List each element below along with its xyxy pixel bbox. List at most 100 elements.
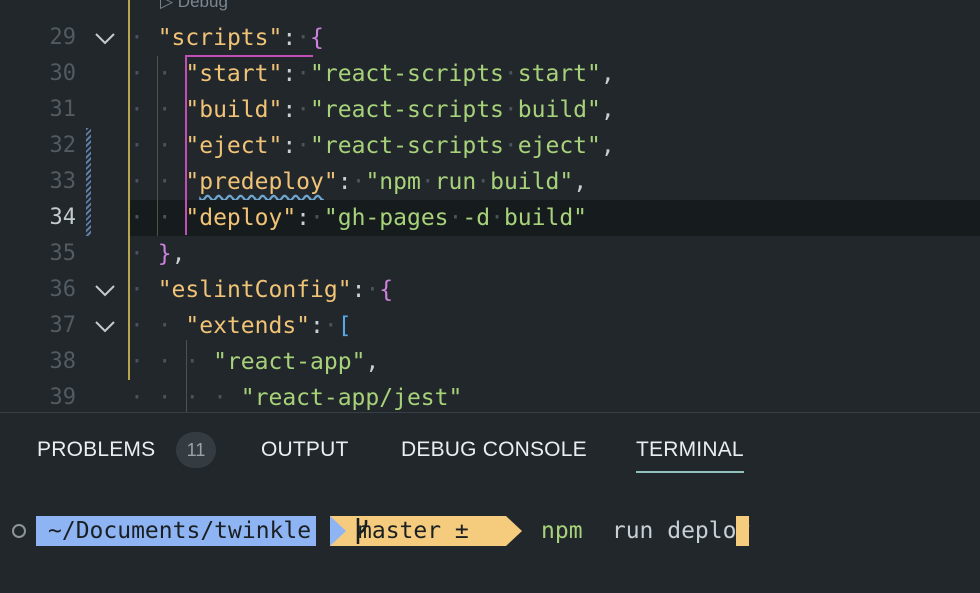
- line-number: 30: [49, 61, 77, 86]
- fold-chevron-down-icon[interactable]: [94, 318, 116, 336]
- line-number: 37: [49, 313, 77, 338]
- code-token: :: [282, 25, 297, 51]
- tab-terminal[interactable]: TERMINAL: [636, 437, 744, 473]
- whitespace-marker: ·: [323, 313, 338, 339]
- terminal-command: npm: [541, 518, 583, 544]
- line-number: 38: [49, 349, 77, 374]
- code-line[interactable]: 37 · · "extends":·[: [0, 308, 980, 344]
- code-token: "npm: [365, 169, 421, 195]
- code-token: {: [310, 25, 324, 51]
- code-token: "react-scripts: [310, 133, 504, 159]
- code-line[interactable]: 29 · "scripts":·{: [0, 20, 980, 56]
- whitespace-marker: ·: [420, 169, 435, 195]
- code-token: "extends": [185, 313, 311, 339]
- code-token: "react-scripts: [310, 97, 504, 123]
- code-token: "react-app/jest": [240, 385, 463, 411]
- prompt-status-circle-icon: [12, 524, 26, 538]
- code-editor[interactable]: ▷ Debug 29 · "scripts":·{30 · · "start":·"…: [0, 0, 980, 412]
- git-modified-gutter-marker[interactable]: [86, 128, 91, 236]
- code-line[interactable]: 38 · · · "react-app",: [0, 344, 980, 380]
- line-number: 36: [49, 277, 77, 302]
- powerline-arrow-icon: [506, 516, 522, 546]
- code-token: ,: [600, 97, 615, 123]
- code-token: "scripts": [157, 25, 283, 51]
- code-line[interactable]: 31 · · "build":·"react-scripts·build",: [0, 92, 980, 128]
- code-token: "eslintConfig": [157, 277, 352, 303]
- code-token: :: [351, 277, 366, 303]
- bracket-pair-guide: [185, 55, 313, 235]
- indent-guide: [186, 340, 187, 412]
- code-line[interactable]: 39 · · · · "react-app/jest": [0, 380, 980, 412]
- code-line[interactable]: 35 · },: [0, 236, 980, 272]
- code-line[interactable]: 36 · "eslintConfig":·{: [0, 272, 980, 308]
- code-token: ,: [600, 61, 615, 87]
- code-token: "gh-pages: [323, 205, 449, 231]
- code-token: ,: [600, 133, 615, 159]
- code-token: ": [323, 169, 338, 195]
- whitespace-marker: ·: [448, 205, 463, 231]
- code-token: build": [517, 97, 601, 123]
- code-token: :: [310, 313, 324, 339]
- code-text: · "scripts":·{: [130, 24, 324, 52]
- whitespace-marker: ·: [503, 97, 518, 123]
- code-token: ,: [171, 241, 186, 267]
- code-line[interactable]: 33 · · "predeploy":·"npm·run·build",: [0, 164, 980, 200]
- prompt-path-segment: ~/Documents/twinkle: [36, 516, 316, 546]
- whitespace-marker: ·: [130, 277, 158, 303]
- whitespace-marker: ·: [130, 25, 158, 51]
- whitespace-marker: ·: [130, 241, 158, 267]
- whitespace-marker: ·: [351, 169, 366, 195]
- tab-problems[interactable]: PROBLEMS: [37, 437, 155, 463]
- code-line[interactable]: 34 · · "deploy":·"gh-pages·-d·build": [0, 200, 980, 236]
- tab-output[interactable]: OUTPUT: [261, 437, 349, 463]
- code-token: run: [434, 169, 477, 195]
- code-token: build": [490, 169, 574, 195]
- fold-chevron-down-icon[interactable]: [94, 282, 116, 300]
- terminal-prompt-line[interactable]: ~/Documents/twinkle master ± npm run dep…: [0, 516, 980, 546]
- code-token: :: [337, 169, 352, 195]
- line-number: 39: [49, 385, 77, 410]
- line-number: 32: [49, 133, 77, 158]
- powerline-arrow-icon: [330, 516, 346, 546]
- code-text: · · "extends":·[: [130, 312, 352, 340]
- whitespace-marker: · ·: [130, 313, 186, 339]
- fold-chevron-down-icon[interactable]: [94, 30, 116, 48]
- code-token: {: [379, 277, 394, 303]
- code-token: "react-app": [213, 349, 366, 375]
- whitespace-marker: ·: [365, 277, 380, 303]
- line-number: 31: [49, 97, 77, 122]
- terminal-command-args: run deploy: [598, 518, 751, 544]
- code-text: · "eslintConfig":·{: [130, 276, 393, 304]
- line-number: 33: [49, 169, 77, 194]
- bottom-panel: PROBLEMS 11 OUTPUT DEBUG CONSOLE TERMINA…: [0, 412, 980, 593]
- code-token: ,: [365, 349, 380, 375]
- code-line[interactable]: 30 · · "start":·"react-scripts·start",: [0, 56, 980, 92]
- line-number: 35: [49, 241, 77, 266]
- git-branch-icon: [356, 518, 368, 544]
- whitespace-marker: ·: [503, 61, 518, 87]
- code-text: · · · · "react-app/jest": [130, 384, 462, 412]
- whitespace-marker: ·: [490, 205, 504, 231]
- code-token: ,: [573, 169, 588, 195]
- code-text: · · · "react-app",: [130, 348, 379, 376]
- debug-codelens[interactable]: ▷ Debug: [160, 0, 228, 14]
- problems-count-badge: 11: [176, 432, 216, 468]
- tab-debug-console[interactable]: DEBUG CONSOLE: [401, 437, 587, 463]
- code-token: start": [517, 61, 601, 87]
- code-token: -d: [462, 205, 491, 231]
- terminal-cursor: [736, 516, 749, 546]
- whitespace-marker: ·: [296, 25, 311, 51]
- whitespace-marker: ·: [476, 169, 491, 195]
- line-number: 34: [49, 205, 77, 230]
- code-token: build": [503, 205, 588, 231]
- code-token: }: [157, 241, 172, 267]
- indent-guide: [157, 56, 158, 236]
- indent-guide-active: [128, 0, 130, 380]
- line-number: 29: [49, 25, 77, 50]
- code-token: eject": [517, 133, 601, 159]
- code-token: [: [337, 313, 352, 339]
- code-token: "react-scripts: [310, 61, 504, 87]
- code-text: · },: [130, 240, 185, 268]
- code-line[interactable]: 32 · · "eject":·"react-scripts·eject",: [0, 128, 980, 164]
- whitespace-marker: ·: [503, 133, 518, 159]
